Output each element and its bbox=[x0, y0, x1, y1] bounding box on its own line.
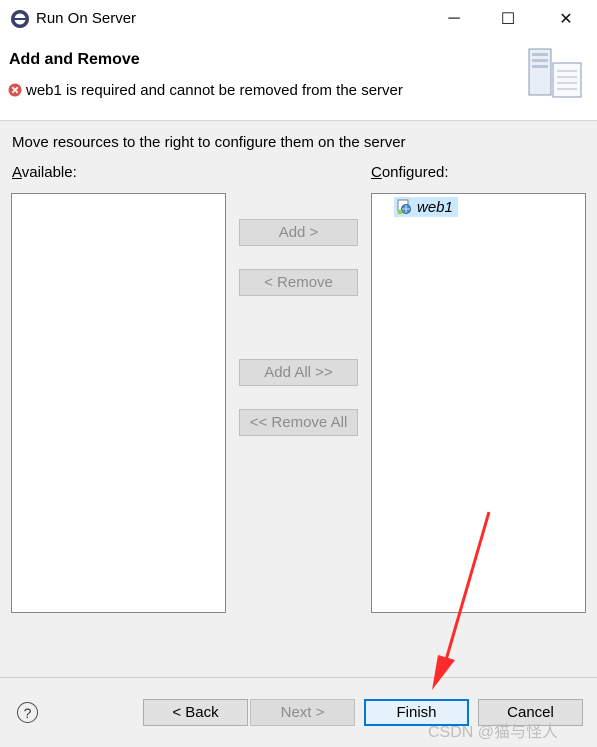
back-button[interactable]: < Back bbox=[143, 699, 248, 726]
minimize-button[interactable]: ─ bbox=[426, 0, 482, 38]
window-title: Run On Server bbox=[36, 10, 137, 27]
title-bar: Run On Server ─ ☐ ✕ bbox=[0, 0, 597, 38]
close-button[interactable]: ✕ bbox=[538, 0, 594, 38]
remove-button[interactable]: < Remove bbox=[239, 269, 358, 296]
watermark: CSDN @猫与怪人 bbox=[428, 724, 559, 741]
add-button[interactable]: Add > bbox=[239, 219, 358, 246]
help-icon[interactable]: ? bbox=[17, 702, 38, 723]
error-icon bbox=[8, 83, 22, 97]
add-all-button[interactable]: Add All >> bbox=[239, 359, 358, 386]
wizard-header: Add and Remove web1 is required and cann… bbox=[0, 38, 597, 121]
next-button[interactable]: Next > bbox=[250, 699, 355, 726]
available-list[interactable] bbox=[11, 193, 226, 613]
list-item[interactable]: web1 bbox=[394, 197, 458, 217]
configured-list[interactable]: web1 bbox=[371, 193, 586, 613]
available-label: Available: bbox=[12, 164, 77, 181]
error-message: web1 is required and cannot be removed f… bbox=[26, 82, 403, 99]
remove-all-button[interactable]: << Remove All bbox=[239, 409, 358, 436]
instruction-text: Move resources to the right to configure… bbox=[12, 134, 406, 151]
eclipse-app-icon bbox=[11, 10, 29, 28]
web-module-icon bbox=[397, 199, 411, 215]
configured-item-label: web1 bbox=[417, 198, 453, 216]
footer-separator bbox=[0, 677, 597, 678]
configured-label: Configured: bbox=[371, 164, 449, 181]
maximize-button[interactable]: ☐ bbox=[480, 0, 536, 38]
server-wizard-icon bbox=[528, 48, 582, 98]
page-title: Add and Remove bbox=[9, 51, 140, 68]
